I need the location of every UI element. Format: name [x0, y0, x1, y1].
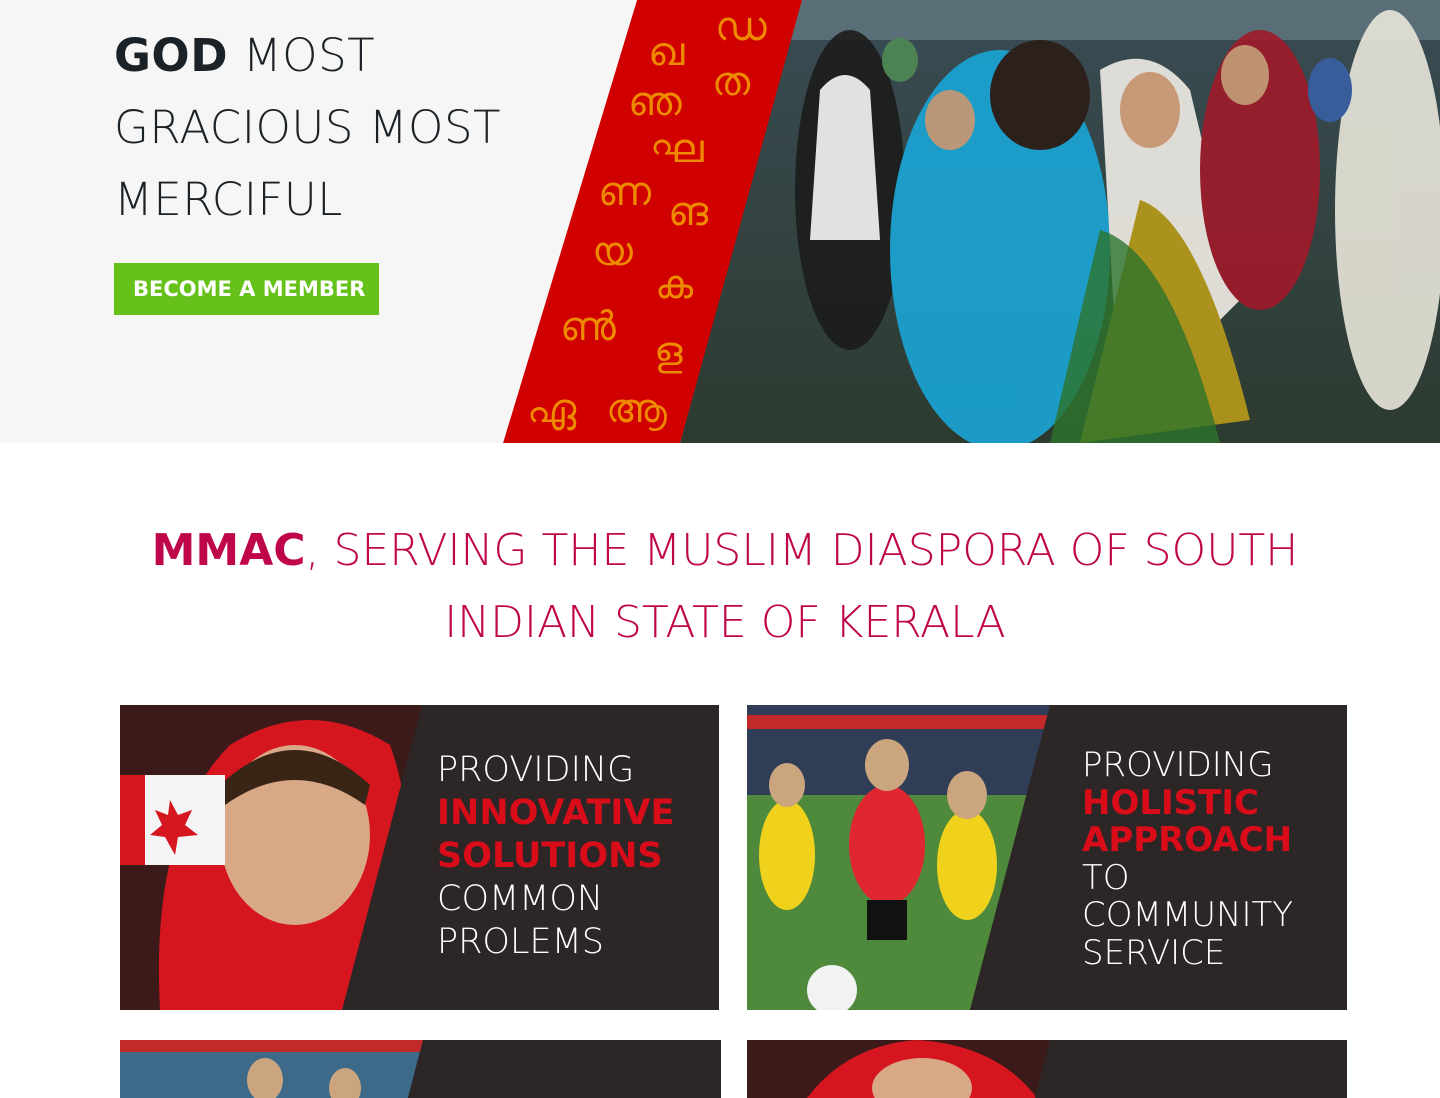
card-text-highlight: APPROACH: [1082, 820, 1293, 860]
hero-title-bold: GOD: [114, 29, 229, 82]
malayalam-glyph: ത: [712, 59, 751, 105]
feature-card-4[interactable]: [747, 1040, 1347, 1098]
card-text-highlight: SOLUTIONS: [437, 836, 663, 876]
card-text-highlight: INNOVATIVE: [437, 793, 675, 833]
malayalam-glyph: ണ: [598, 169, 652, 215]
malayalam-glyph: യ: [592, 229, 633, 275]
mission-tagline: MMAC, SERVING THE MUSLIM DIASPORA OF SOU…: [120, 515, 1330, 659]
card-photo-4: [747, 1040, 1347, 1098]
card-text-line: TO: [1082, 857, 1130, 898]
card-text-line: PROLEMS: [437, 922, 605, 962]
malayalam-glyph: ഏ: [527, 386, 577, 432]
malayalam-glyph: ഖ: [648, 29, 685, 75]
card-photo-3: [120, 1040, 721, 1098]
card-text-line: COMMON: [437, 879, 604, 919]
hero-title: GOD MOST GRACIOUS MOST MERCIFUL: [114, 20, 554, 236]
feature-card-holistic[interactable]: PROVIDING HOLISTIC APPROACH TO COMMUNITY…: [747, 705, 1347, 1010]
card-text-line: PROVIDING: [437, 750, 635, 790]
card-text-line: COMMUNITY: [1082, 895, 1294, 935]
malayalam-glyph: ഘ: [650, 126, 704, 172]
tagline-bold: MMAC: [151, 525, 306, 576]
card-innovative-text: PROVIDING INNOVATIVE SOLUTIONS COMMON PR…: [437, 749, 674, 964]
malayalam-glyph: ങ: [668, 189, 709, 235]
card-text-line: PROVIDING: [1082, 745, 1274, 785]
become-member-button[interactable]: BECOME A MEMBER: [114, 263, 379, 315]
card-text-line: SERVICE: [1082, 932, 1226, 973]
malayalam-glyph: ള: [654, 329, 683, 375]
feature-card-innovative[interactable]: PROVIDING INNOVATIVE SOLUTIONS COMMON PR…: [120, 705, 719, 1010]
malayalam-glyph: ക: [655, 262, 694, 308]
malayalam-glyph: ആ: [606, 386, 667, 432]
card-holistic-text: PROVIDING HOLISTIC APPROACH TO COMMUNITY…: [1082, 745, 1294, 973]
hero-banner: ഖ ഡ ഞ ത ഘ ണ ങ യ ക ൺ ള ഏ ആ GOD MOST GRACI…: [0, 0, 1440, 443]
hero-heading: GOD MOST GRACIOUS MOST MERCIFUL: [114, 20, 554, 236]
tagline-rest: , SERVING THE MUSLIM DIASPORA OF SOUTH I…: [305, 525, 1299, 648]
card-text-highlight: HOLISTIC: [1082, 782, 1259, 823]
feature-card-3[interactable]: [120, 1040, 721, 1098]
malayalam-glyph: ഡ: [715, 4, 767, 50]
malayalam-glyph: ഞ: [628, 79, 682, 125]
malayalam-glyph: ൺ: [560, 304, 616, 350]
